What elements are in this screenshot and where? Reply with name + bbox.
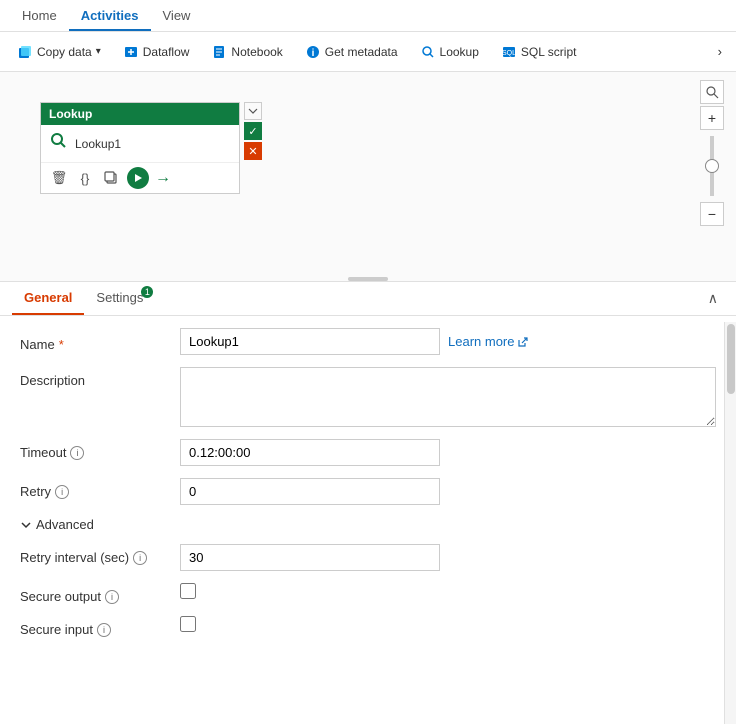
nav-tab-home[interactable]: Home [10,2,69,31]
status-check-icon: ✓ [244,122,262,140]
secure-output-info-icon[interactable]: i [105,590,119,604]
panel-resize-handle[interactable] [348,277,388,281]
required-indicator: * [59,337,64,352]
panel-tab-bar: General Settings 1 ∧ [0,282,736,316]
lookup-activity-node[interactable]: Lookup Lookup1 🗑 {} → [40,102,240,194]
notebook-icon [211,44,227,60]
panel-collapse-button[interactable]: ∧ [702,286,724,311]
advanced-toggle[interactable]: Advanced [20,517,716,532]
tab-settings[interactable]: Settings 1 [84,282,155,315]
tab-general[interactable]: General [12,282,84,315]
learn-more-link[interactable]: Learn more [448,334,529,349]
svg-text:i: i [311,48,314,59]
zoom-handle[interactable] [705,159,719,173]
description-label: Description [20,367,180,388]
dataflow-button[interactable]: Dataflow [114,39,199,65]
name-label: Name * [20,331,180,352]
run-activity-button[interactable] [127,167,149,189]
retry-label: Retry i [20,478,180,499]
advanced-chevron-icon [20,519,32,531]
node-expand-icon[interactable] [244,102,262,120]
copy-data-button[interactable]: Copy data ▾ [8,39,110,65]
sql-script-button[interactable]: SQL SQL script [492,39,586,65]
scrollbar-thumb[interactable] [727,324,735,394]
general-form: Name * Learn more Description Timeout i [0,316,736,724]
toolbar-more-button[interactable]: › [712,40,728,63]
secure-input-info-icon[interactable]: i [97,623,111,637]
activity-node-body: Lookup1 [41,125,239,162]
activity-node-header: Lookup [41,103,239,125]
lookup-activity-icon [49,131,69,156]
secure-output-checkbox[interactable] [180,583,196,599]
retry-interval-info-icon[interactable]: i [133,551,147,565]
external-link-icon [517,336,529,348]
scrollbar-track [724,322,736,724]
dropdown-chevron: ▾ [96,46,101,57]
notebook-button[interactable]: Notebook [202,39,291,65]
top-navigation: Home Activities View [0,0,736,32]
activity-node-actions: 🗑 {} → [41,162,239,193]
copy-activity-icon[interactable] [101,168,121,188]
timeout-label: Timeout i [20,439,180,460]
timeout-info-icon[interactable]: i [70,446,84,460]
retry-input[interactable] [180,478,440,505]
lookup-button[interactable]: Lookup [411,39,488,65]
name-row: Name * Learn more [20,328,716,355]
nav-tab-activities[interactable]: Activities [69,2,151,31]
canvas-search-button[interactable] [700,80,724,104]
status-error-icon: ✕ [244,142,262,160]
timeout-input[interactable] [180,439,440,466]
retry-info-icon[interactable]: i [55,485,69,499]
secure-input-row: Secure input i [20,616,716,637]
description-row: Description [20,367,716,427]
secure-output-row: Secure output i [20,583,716,604]
description-input[interactable] [180,367,716,427]
activity-toolbar: Copy data ▾ Dataflow Notebook i Get meta… [0,32,736,72]
retry-row: Retry i [20,478,716,505]
timeout-row: Timeout i [20,439,716,466]
name-input[interactable] [180,328,440,355]
retry-interval-label: Retry interval (sec) i [20,544,180,565]
lookup-icon [420,44,436,60]
secure-output-label: Secure output i [20,583,180,604]
settings-badge: 1 [141,286,153,298]
zoom-out-button[interactable]: − [700,202,724,226]
canvas-controls: + − [700,80,724,226]
activity-arrow-button[interactable]: → [155,169,171,187]
retry-interval-row: Retry interval (sec) i [20,544,716,571]
get-metadata-button[interactable]: i Get metadata [296,39,407,65]
copy-data-icon [17,44,33,60]
get-metadata-icon: i [305,44,321,60]
zoom-in-button[interactable]: + [700,106,724,130]
code-activity-icon[interactable]: {} [75,168,95,188]
delete-activity-icon[interactable]: 🗑 [49,168,69,188]
retry-interval-input[interactable] [180,544,440,571]
pipeline-canvas: Lookup Lookup1 🗑 {} → ✓ ✕ [0,72,736,282]
nav-tab-view[interactable]: View [151,2,203,31]
dataflow-icon [123,44,139,60]
zoom-slider[interactable] [710,136,714,196]
secure-input-label: Secure input i [20,616,180,637]
properties-panel: General Settings 1 ∧ Name * Learn more D… [0,282,736,724]
sql-script-icon: SQL [501,44,517,60]
node-status-icons: ✓ ✕ [244,102,262,160]
secure-input-checkbox[interactable] [180,616,196,632]
svg-text:SQL: SQL [502,50,516,57]
